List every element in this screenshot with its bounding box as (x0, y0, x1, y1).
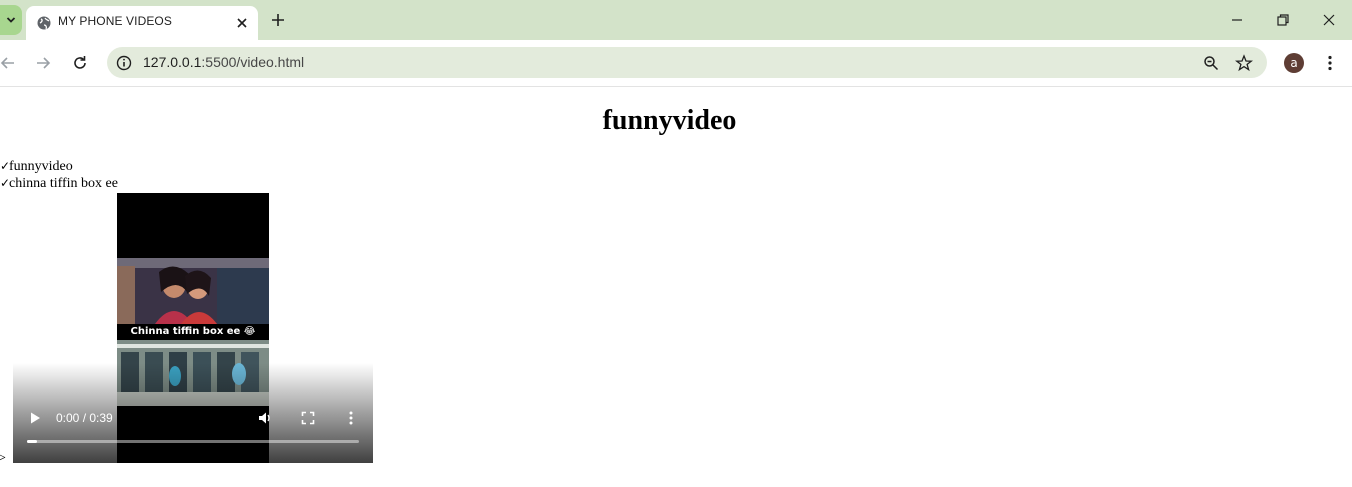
tab-title: MY PHONE VIDEOS (58, 14, 172, 28)
video-player[interactable]: Chinna tiffin box ee 😂 0:00 / 0:39 (13, 193, 373, 463)
play-icon[interactable] (27, 410, 43, 426)
list-item: ✓ chinna tiffin box ee (0, 176, 118, 192)
volume-icon[interactable] (257, 410, 273, 426)
progress-track[interactable] (27, 440, 359, 443)
more-vertical-icon[interactable] (1320, 53, 1340, 73)
stray-text: > (0, 451, 6, 466)
list-item-label: chinna tiffin box ee (9, 176, 118, 191)
url-text: 127.0.0.1:5500/video.html (143, 54, 304, 70)
close-icon[interactable] (234, 15, 250, 31)
browser-tab[interactable]: MY PHONE VIDEOS (26, 6, 258, 40)
back-icon[interactable] (0, 53, 18, 73)
close-window-icon[interactable] (1319, 10, 1339, 30)
check-marker: ✓ (0, 159, 11, 173)
page-title: funnyvideo (602, 105, 737, 136)
list-item: ✓ funnyvideo (0, 159, 73, 175)
fullscreen-icon[interactable] (300, 410, 316, 426)
zoom-icon[interactable] (1202, 54, 1220, 72)
chevron-down-icon (6, 17, 16, 23)
page-content: funnyvideo ✓ funnyvideo ✓ chinna tiffin … (0, 87, 1352, 487)
bookmark-star-icon[interactable] (1235, 54, 1253, 72)
minimize-icon[interactable] (1227, 10, 1247, 30)
globe-icon (37, 16, 51, 30)
reload-icon[interactable] (70, 53, 90, 73)
tab-search-button[interactable] (0, 5, 22, 35)
new-tab-icon[interactable] (269, 11, 287, 29)
url-host: 127.0.0.1 (143, 54, 202, 70)
restore-icon[interactable] (1273, 10, 1293, 30)
list-item-label: funnyvideo (9, 159, 73, 174)
progress-fill (27, 440, 37, 443)
address-bar[interactable]: 127.0.0.1:5500/video.html (107, 47, 1267, 78)
video-caption: Chinna tiffin box ee 😂 (117, 324, 269, 340)
info-icon[interactable] (115, 54, 133, 72)
more-options-icon[interactable] (343, 410, 359, 426)
tab-strip: MY PHONE VIDEOS (0, 0, 1352, 40)
time-display: 0:00 / 0:39 (56, 411, 113, 425)
url-path: :5500/video.html (201, 54, 305, 70)
browser-toolbar: 127.0.0.1:5500/video.html a (0, 40, 1352, 87)
check-marker: ✓ (0, 176, 11, 190)
avatar[interactable]: a (1284, 53, 1304, 73)
forward-icon[interactable] (33, 53, 53, 73)
